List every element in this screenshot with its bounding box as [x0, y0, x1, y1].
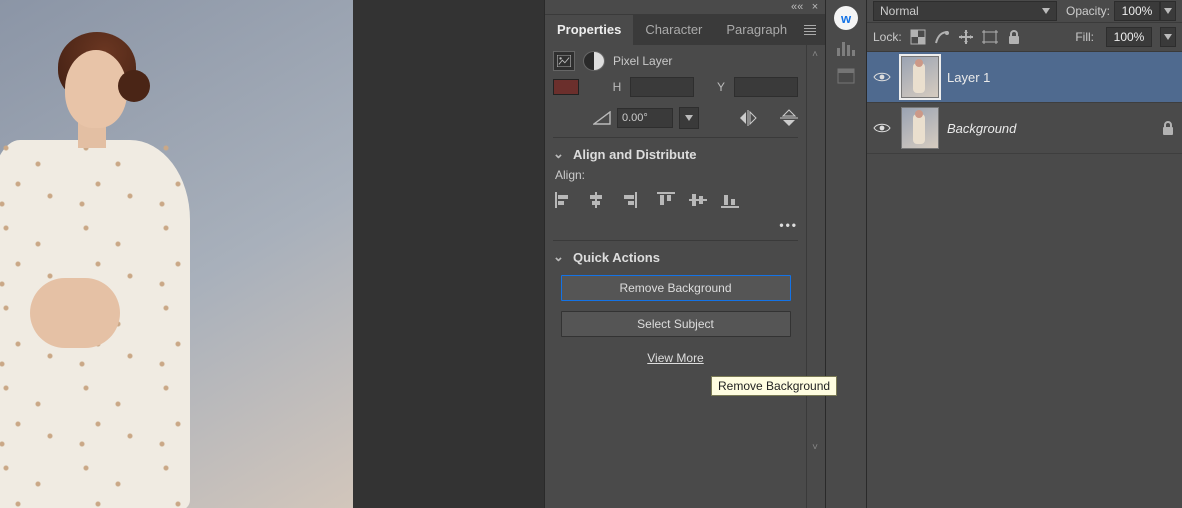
align-top-icon[interactable]: [657, 192, 675, 208]
lock-artboard-icon[interactable]: [982, 29, 998, 45]
properties-panel: «« × Properties Character Paragraph Pixe…: [544, 0, 825, 508]
tab-properties[interactable]: Properties: [545, 15, 633, 45]
layer-lock-icon[interactable]: [1160, 120, 1176, 136]
layer-row[interactable]: Layer 1: [867, 52, 1182, 103]
panel-scrollbar[interactable]: ˄ ˅: [806, 45, 825, 508]
visibility-toggle-icon[interactable]: [873, 122, 893, 134]
y-field[interactable]: [734, 77, 798, 97]
align-left-icon[interactable]: [555, 192, 573, 208]
opacity-dropdown[interactable]: [1160, 1, 1176, 21]
lock-transparency-icon[interactable]: [910, 29, 926, 45]
pixel-layer-icon: [553, 51, 575, 71]
align-right-icon[interactable]: [619, 192, 637, 208]
layer-name[interactable]: Background: [947, 121, 1016, 136]
opacity-label: Opacity:: [1066, 4, 1110, 18]
lock-position-icon[interactable]: [958, 29, 974, 45]
opacity-value[interactable]: 100%: [1114, 1, 1160, 21]
swatches-panel-icon[interactable]: [835, 66, 857, 86]
lock-label: Lock:: [873, 30, 902, 44]
view-more-link[interactable]: View More: [636, 351, 716, 365]
canvas-pasteboard: [353, 0, 544, 508]
align-bottom-icon[interactable]: [721, 192, 739, 208]
close-panel-icon[interactable]: ×: [809, 1, 821, 13]
panel-tab-bar: Properties Character Paragraph: [545, 15, 825, 45]
layers-panel: Normal Opacity: 100% Lock: Fill: 100% La…: [867, 0, 1182, 508]
scroll-up-icon[interactable]: ˄: [809, 49, 821, 61]
layer-row[interactable]: Background: [867, 103, 1182, 154]
chevron-down-icon[interactable]: ⌄: [553, 146, 565, 162]
rotate-angle-icon: [593, 111, 611, 125]
collapse-panel-icon[interactable]: ««: [791, 1, 803, 13]
blend-mode-dropdown[interactable]: Normal: [873, 1, 1057, 21]
select-subject-button[interactable]: Select Subject: [561, 311, 791, 337]
histogram-icon[interactable]: [835, 38, 857, 58]
layer-thumbnail[interactable]: [901, 107, 939, 149]
align-center-v-icon[interactable]: [689, 192, 707, 208]
lock-all-icon[interactable]: [1006, 29, 1022, 45]
fill-label: Fill:: [1075, 30, 1094, 44]
rotation-dropdown[interactable]: [679, 107, 699, 129]
fill-dropdown[interactable]: [1160, 27, 1176, 47]
flip-horizontal-icon[interactable]: [738, 110, 758, 126]
tooltip: Remove Background: [711, 376, 837, 396]
y-label: Y: [714, 80, 728, 94]
collapsed-panel-strip: w: [825, 0, 867, 508]
h-label: H: [610, 80, 624, 94]
layer-thumbnail[interactable]: [901, 56, 939, 98]
color-swatch[interactable]: [553, 79, 579, 95]
rotation-field[interactable]: 0.00°: [617, 108, 673, 128]
tab-paragraph[interactable]: Paragraph: [714, 15, 799, 45]
align-center-h-icon[interactable]: [587, 192, 605, 208]
layer-name[interactable]: Layer 1: [947, 70, 990, 85]
document-image[interactable]: [0, 0, 353, 508]
blend-mode-value: Normal: [880, 2, 919, 20]
workspace-badge[interactable]: w: [834, 6, 858, 30]
remove-background-button[interactable]: Remove Background: [561, 275, 791, 301]
canvas-area[interactable]: [0, 0, 544, 508]
flip-vertical-icon[interactable]: [780, 109, 798, 127]
scroll-down-icon[interactable]: ˅: [809, 442, 821, 454]
align-label: Align:: [555, 168, 798, 182]
quick-actions-title: Quick Actions: [573, 250, 660, 265]
chevron-down-icon[interactable]: ⌄: [553, 249, 565, 265]
fill-value[interactable]: 100%: [1106, 27, 1152, 47]
adjustment-layer-icon: [583, 51, 605, 71]
h-field[interactable]: [630, 77, 694, 97]
layer-type-label: Pixel Layer: [613, 54, 672, 68]
more-options-icon[interactable]: •••: [774, 218, 798, 232]
align-section-title: Align and Distribute: [573, 147, 697, 162]
panel-menu-icon[interactable]: [799, 19, 821, 41]
tab-character[interactable]: Character: [633, 15, 714, 45]
visibility-toggle-icon[interactable]: [873, 71, 893, 83]
lock-image-icon[interactable]: [934, 29, 950, 45]
